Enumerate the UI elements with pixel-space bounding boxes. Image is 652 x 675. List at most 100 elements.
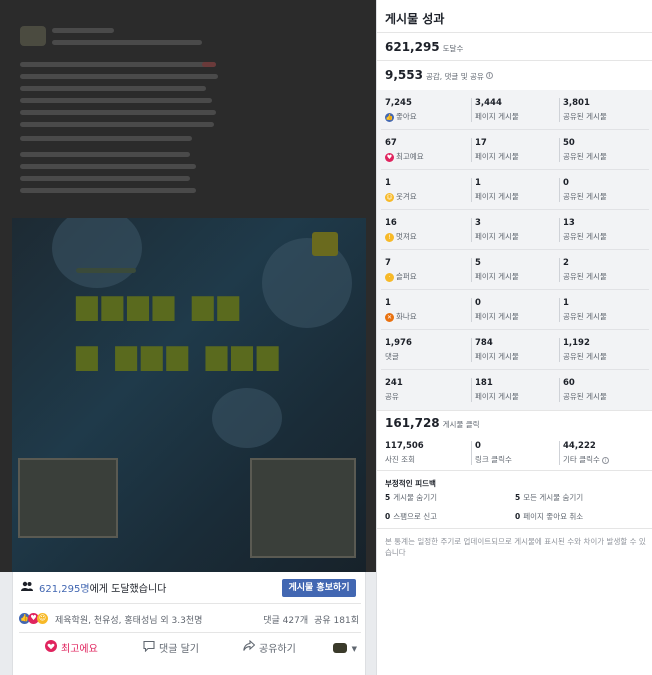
breakdown-value: 1,976: [385, 338, 412, 348]
breakdown-value: 67: [385, 138, 397, 148]
breakdown-page-posts: 17 페이지 게시물: [471, 138, 563, 164]
breakdown-label: 공유된 게시물: [563, 112, 607, 121]
share-button[interactable]: 공유하기: [243, 639, 296, 658]
breakdown-label-row: 공유된 게시물: [563, 231, 651, 242]
reaction-icons[interactable]: 👍 ♥ ☺: [19, 613, 53, 625]
breakdown-page-posts: 1 페이지 게시물: [471, 178, 563, 204]
boost-post-button[interactable]: 게시물 홍보하기: [282, 579, 356, 597]
breakdown-value: 3: [475, 218, 481, 228]
breakdown-label-row: 공유된 게시물: [563, 311, 651, 322]
breakdown-total: 1 ☺ 웃겨요: [385, 178, 473, 204]
reach-text: 621,295명에게 도달했습니다: [39, 584, 167, 595]
breakdown-total: 241 공유: [385, 378, 473, 404]
breakdown-label: 웃겨요: [396, 192, 417, 201]
poster-photo-right: [250, 458, 356, 558]
poster-photo-left: [18, 458, 118, 538]
click-breakdown-label-row: 기타 클릭수 i: [563, 454, 651, 465]
breakdown-shared-posts: 13 공유된 게시물: [559, 218, 651, 244]
breakdown-label: 공유된 게시물: [563, 232, 607, 241]
negative-feedback-item: 5 모든 게시물 숨기기: [515, 493, 584, 502]
breakdown-row: 67 ♥ 최고예요 17 페이지 게시물 50 공유된 게시물: [377, 130, 652, 170]
engagement-value: 9,553: [385, 68, 423, 82]
breakdown-label-row: 공유된 게시물: [563, 151, 651, 162]
breakdown-value: 1: [475, 178, 481, 188]
comment-button[interactable]: 댓글 달기: [143, 640, 199, 658]
breakdown-label-row: 공유된 게시물: [563, 111, 651, 122]
breakdown-row: 1 ✕ 화나요 0 페이지 게시물 1 공유된 게시물: [377, 290, 652, 330]
breakdown-page-posts: 181 페이지 게시물: [471, 378, 563, 404]
breakdown-value: 3,801: [563, 98, 590, 108]
breakdown-total: 7 · 슬퍼요: [385, 258, 473, 284]
breakdown-row: 1,976 댓글 784 페이지 게시물 1,192 공유된 게시물: [377, 330, 652, 370]
sad-icon: ·: [385, 272, 394, 282]
post-header: [20, 26, 360, 54]
breakdown-label-row: 페이지 게시물: [475, 351, 563, 362]
click-breakdown-value: 117,506: [385, 441, 424, 451]
breakdown-value: 0: [563, 178, 569, 188]
breakdown-row: 7 · 슬퍼요 5 페이지 게시물 2 공유된 게시물: [377, 250, 652, 290]
breakdown-shared-posts: 3,801 공유된 게시물: [559, 98, 651, 124]
reach-stat: 621,295 도달수: [385, 40, 463, 54]
engagement-caption: 공감, 댓글 및 공유: [425, 72, 484, 81]
breakdown-label-row: 공유된 게시물: [563, 271, 651, 282]
reactor-names[interactable]: 제육학원, 천유성, 홍태성님 외 3.3천명: [55, 613, 202, 626]
breakdown-value: 2: [563, 258, 569, 268]
comment-count[interactable]: 댓글 427개: [263, 616, 308, 626]
people-icon: [21, 581, 33, 591]
clicks-caption: 게시물 클릭: [442, 420, 480, 429]
breakdown-value: 1: [563, 298, 569, 308]
breakdown-label-row: 페이지 게시물: [475, 311, 563, 322]
breakdown-row: 16! 멋져요 3 페이지 게시물 13 공유된 게시물: [377, 210, 652, 250]
page-switcher[interactable]: ▼: [333, 643, 357, 655]
click-breakdown-label: 링크 클릭수: [475, 455, 512, 464]
click-breakdown-value: 44,222: [563, 441, 596, 451]
breakdown-row: 7,245 👍 좋아요 3,444 페이지 게시물 3,801 공유된 게시물: [377, 90, 652, 130]
breakdown-label-row: 공유: [385, 391, 473, 402]
breakdown-label: 페이지 게시물: [475, 232, 519, 241]
breakdown-label: 최고예요: [396, 152, 424, 161]
breakdown-label: 화나요: [396, 312, 417, 321]
breakdown-label-row: 페이지 게시물: [475, 231, 563, 242]
breakdown-total: 1,976 댓글: [385, 338, 473, 364]
breakdown-value: 5: [475, 258, 481, 268]
post-performance-panel: 게시물 성과 621,295 도달수 9,553 공감, 댓글 및 공유 i 7,24…: [376, 0, 652, 675]
negative-feedback-title: 부정적인 피드백: [385, 479, 436, 488]
poster-title-line-2: ▆ ▆▆▆ ▆▆▆: [76, 338, 283, 371]
stats-disclaimer: 본 통계는 일정한 주기로 업데이트되므로 게시물에 표시된 수와 차이가 발생…: [385, 537, 646, 557]
breakdown-row: 241 공유 181 페이지 게시물 60 공유된 게시물: [377, 370, 652, 410]
poster-sticker: [312, 232, 338, 256]
breakdown-value: 13: [563, 218, 575, 228]
breakdown-total: 1 ✕ 화나요: [385, 298, 473, 324]
share-count[interactable]: 공유 181회: [314, 616, 359, 626]
breakdown-label-row: ♥ 최고예요: [385, 151, 473, 162]
breakdown-value: 7: [385, 258, 391, 268]
post-image[interactable]: ▆▆▆▆ ▆▆ ▆ ▆▆▆ ▆▆▆: [12, 218, 366, 572]
wow-icon: !: [385, 232, 394, 242]
breakdown-label-row: 댓글: [385, 351, 473, 362]
reach-caption: 도달수: [442, 44, 464, 53]
page-avatar: [20, 26, 46, 46]
click-breakdown-value: 0: [475, 441, 481, 451]
love-reaction-button[interactable]: 최고에요: [45, 640, 98, 658]
breakdown-label: 페이지 게시물: [475, 112, 519, 121]
breakdown-label: 멋져요: [396, 232, 417, 241]
comment-icon: [143, 640, 155, 655]
like-icon: 👍: [385, 112, 394, 122]
breakdown-value: 17: [475, 138, 487, 148]
breakdown-value: 181: [475, 378, 493, 388]
click-breakdown-label: 사진 조회: [385, 455, 415, 464]
info-icon[interactable]: i: [601, 456, 609, 464]
reactions-summary: 👍 ♥ ☺ 제육학원, 천유성, 홍태성님 외 3.3천명 댓글 427개 공유 …: [13, 608, 367, 630]
breakdown-label-row: ☺ 웃겨요: [385, 191, 473, 202]
click-breakdown-label: 기타 클릭수: [563, 455, 600, 464]
breakdown-label-row: 페이지 게시물: [475, 271, 563, 282]
haha-icon: ☺: [385, 192, 394, 202]
reach-row: 621,295명에게 도달했습니다 게시물 홍보하기: [13, 572, 367, 602]
breakdown-label: 페이지 게시물: [475, 312, 519, 321]
breakdown-label: 페이지 게시물: [475, 392, 519, 401]
clicks-value: 161,728: [385, 416, 440, 430]
info-icon[interactable]: i: [485, 72, 493, 79]
breakdown-label: 공유된 게시물: [563, 192, 607, 201]
breakdown-label: 페이지 게시물: [475, 192, 519, 201]
breakdown-value: 241: [385, 378, 403, 388]
